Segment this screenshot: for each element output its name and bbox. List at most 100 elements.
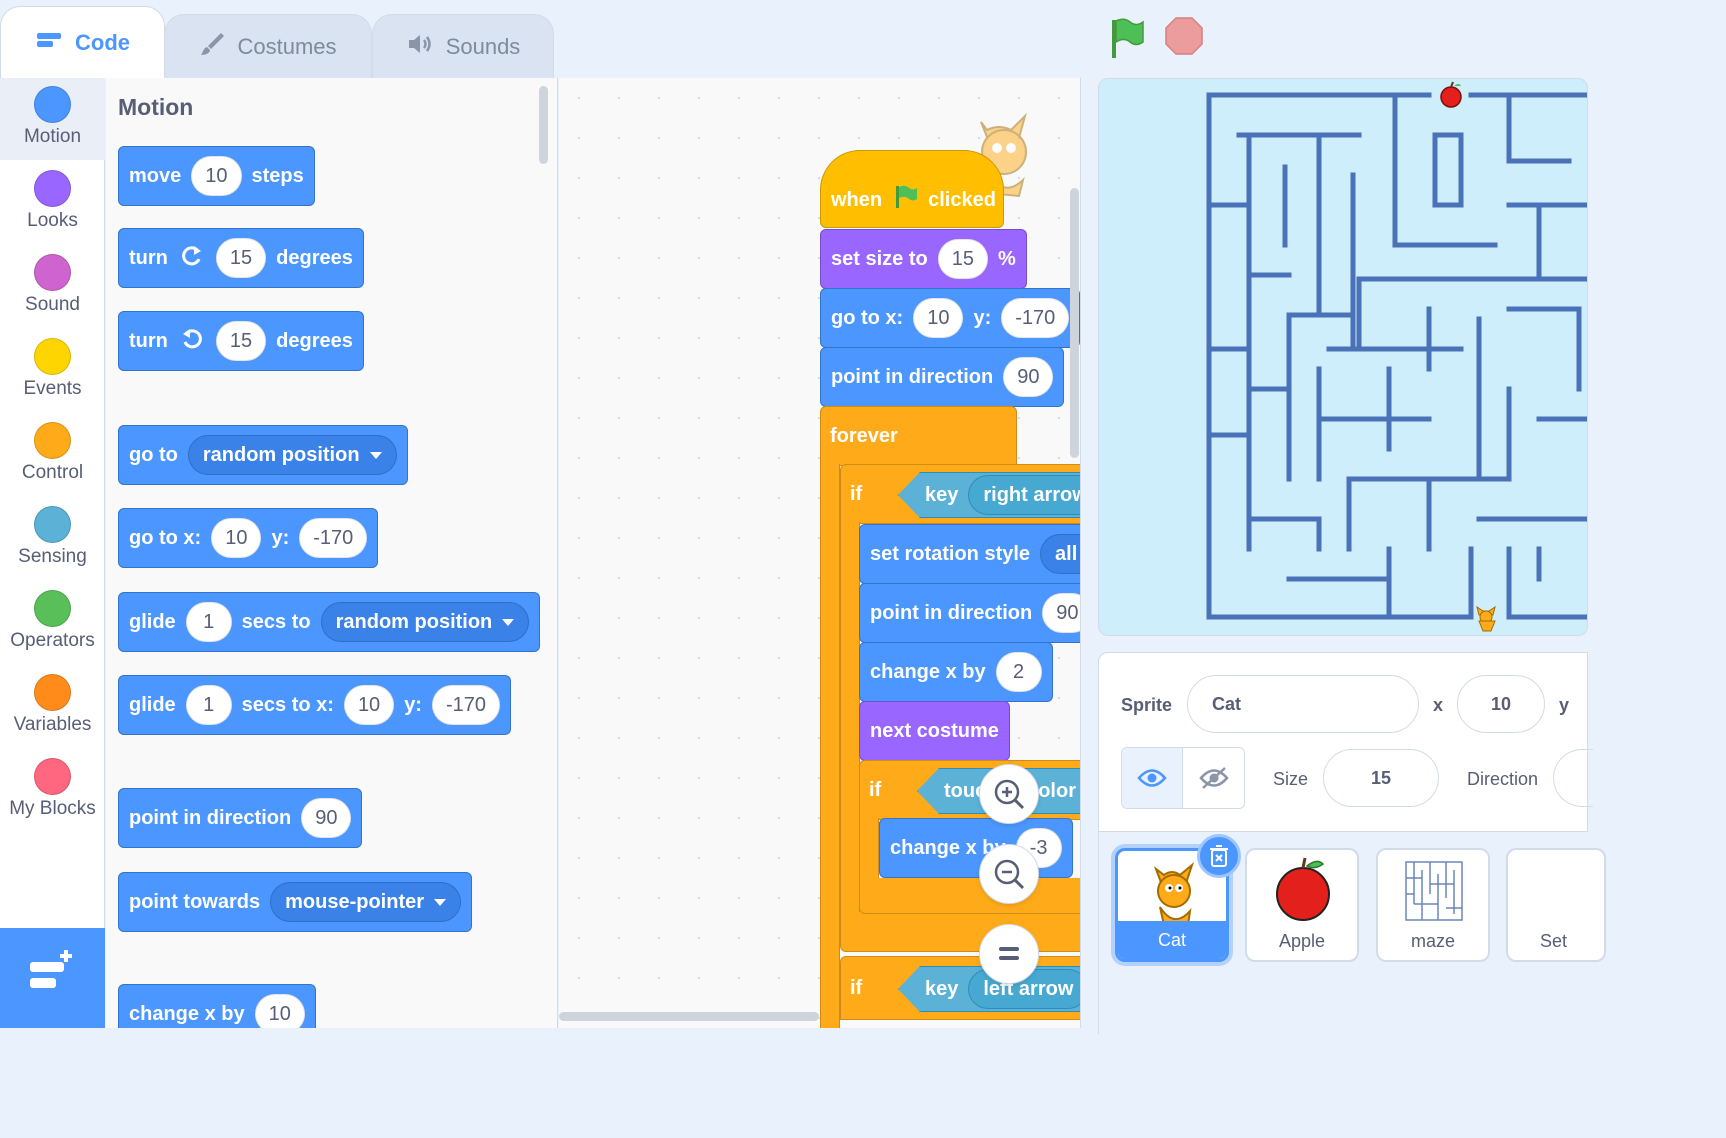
tab-sounds[interactable]: Sounds: [372, 14, 554, 78]
category-label: Sound: [25, 294, 80, 315]
block-next-costume[interactable]: next costume: [859, 701, 1010, 761]
add-extension-button[interactable]: [0, 928, 105, 1028]
category-sound[interactable]: Sound: [0, 246, 105, 328]
block-set-size[interactable]: set size to 15 %: [820, 229, 1027, 289]
category-sensing[interactable]: Sensing: [0, 498, 105, 580]
block-set-rotation-style[interactable]: set rotation style all a: [859, 524, 1080, 584]
block-text: steps: [251, 164, 304, 187]
block-point-direction[interactable]: point in direction 90: [859, 583, 1080, 643]
operators-dot-icon: [34, 590, 71, 627]
block-turn-right[interactable]: turn 15 degrees: [118, 228, 364, 288]
block-go-to-xy[interactable]: go to x: 10 y: -170: [118, 508, 379, 568]
zoom-in-icon: [994, 779, 1025, 810]
reset-zoom-button[interactable]: [979, 924, 1039, 984]
key-dropdown[interactable]: right arrow: [968, 475, 1081, 515]
apple-sprite[interactable]: [1440, 81, 1462, 108]
direction-input[interactable]: 90: [1003, 357, 1054, 397]
block-point-direction[interactable]: point in direction 90: [118, 788, 363, 848]
category-looks[interactable]: Looks: [0, 162, 105, 244]
block-text: secs to x:: [241, 693, 334, 716]
sprite-tile-apple[interactable]: Apple: [1245, 848, 1359, 962]
y-input[interactable]: -170: [431, 685, 501, 725]
direction-input[interactable]: 90: [301, 798, 352, 838]
palette-section-title: Motion: [118, 94, 194, 120]
target-dropdown[interactable]: random position: [320, 602, 530, 642]
block-when-flag-clicked[interactable]: when clicked: [820, 150, 1004, 228]
block-point-direction[interactable]: point in direction 90: [820, 347, 1065, 407]
category-control[interactable]: Control: [0, 414, 105, 496]
block-move-steps[interactable]: move 10 steps: [118, 146, 315, 206]
direction-field[interactable]: [1553, 749, 1593, 807]
category-label: Variables: [13, 714, 92, 735]
tab-code[interactable]: Code: [0, 6, 165, 78]
key-pressed-condition[interactable]: key right arrow: [898, 472, 1081, 518]
sprite-name: Cat: [1118, 921, 1226, 959]
block-glide-to[interactable]: glide 1 secs to random position: [118, 592, 541, 652]
zoom-in-button[interactable]: [979, 764, 1039, 824]
number-input[interactable]: 15: [215, 238, 267, 278]
category-motion[interactable]: Motion: [0, 78, 105, 160]
secs-input[interactable]: 1: [185, 602, 232, 642]
secs-input[interactable]: 1: [185, 685, 232, 725]
x-input[interactable]: 10: [211, 518, 262, 558]
number-input[interactable]: 10: [191, 156, 242, 196]
brush-icon: [199, 30, 227, 64]
y-input[interactable]: -170: [1001, 298, 1070, 338]
stage[interactable]: [1098, 78, 1588, 636]
block-change-x[interactable]: change x by 10: [118, 984, 316, 1028]
show-toggle: [1121, 747, 1245, 809]
block-text: set rotation style: [870, 542, 1031, 565]
palette-scrollbar[interactable]: [539, 86, 548, 164]
sprite-list: Cat Apple maze Set: [1098, 832, 1606, 1034]
sprite-tile-set[interactable]: Set: [1506, 848, 1606, 962]
size-field[interactable]: 15: [1323, 749, 1439, 807]
hide-sprite-button[interactable]: [1183, 748, 1244, 808]
sprite-tile-maze[interactable]: maze: [1376, 848, 1490, 962]
sprite-name: maze: [1410, 931, 1455, 951]
category-my-blocks[interactable]: My Blocks: [0, 750, 105, 832]
x-input[interactable]: 10: [343, 685, 395, 725]
green-flag-button[interactable]: [1106, 16, 1146, 65]
block-go-to-xy[interactable]: go to x: 10 y: -170: [820, 288, 1080, 348]
zoom-out-button[interactable]: [979, 844, 1039, 904]
block-point-towards[interactable]: point towards mouse-pointer: [118, 872, 473, 932]
block-text: olor: [1038, 779, 1076, 802]
zoom-out-icon: [994, 859, 1025, 890]
size-input[interactable]: 15: [937, 239, 988, 279]
category-variables[interactable]: Variables: [0, 666, 105, 748]
category-operators[interactable]: Operators: [0, 582, 105, 664]
block-go-to[interactable]: go to random position: [118, 425, 408, 485]
block-glide-xy[interactable]: glide 1 secs to x: 10 y: -170: [118, 675, 512, 735]
sprite-name-field[interactable]: Cat: [1187, 675, 1419, 733]
block-turn-left[interactable]: turn 15 degrees: [118, 311, 364, 371]
number-input[interactable]: 10: [254, 994, 305, 1028]
stop-button[interactable]: [1164, 16, 1204, 61]
rotate-left-icon: [178, 325, 206, 357]
delete-sprite-button[interactable]: [1197, 834, 1241, 878]
x-field[interactable]: 10: [1457, 675, 1545, 733]
block-if-left-arrow[interactable]: if key left arrow: [840, 956, 1080, 1028]
direction-label: Direction: [1467, 769, 1539, 789]
maze-thumbnail: [1405, 861, 1463, 921]
target-dropdown[interactable]: mouse-pointer: [270, 882, 462, 922]
y-input[interactable]: -170: [299, 518, 368, 558]
block-change-x[interactable]: change x by 2: [859, 642, 1053, 702]
rotation-dropdown[interactable]: all a: [1040, 534, 1080, 574]
cat-sprite[interactable]: [1476, 605, 1496, 632]
block-text: move: [129, 164, 182, 187]
target-dropdown[interactable]: random position: [187, 435, 397, 475]
x-input[interactable]: 10: [913, 298, 964, 338]
direction-input[interactable]: 90: [1042, 593, 1080, 633]
block-text: glide: [129, 693, 176, 716]
show-sprite-button[interactable]: [1122, 748, 1184, 808]
dropdown-value: right arrow: [983, 483, 1081, 506]
dropdown-arrow-icon: [502, 618, 515, 626]
number-input[interactable]: 2: [995, 652, 1042, 692]
block-change-x[interactable]: change x by -3: [879, 818, 1073, 878]
number-input[interactable]: 15: [215, 321, 267, 361]
script-vertical-scrollbar[interactable]: [1070, 188, 1079, 458]
script-area[interactable]: when clicked set size to 15 % go to x: 1…: [559, 78, 1081, 1028]
tab-costumes[interactable]: Costumes: [164, 14, 372, 78]
category-events[interactable]: Events: [0, 330, 105, 412]
script-horizontal-scrollbar[interactable]: [559, 1012, 819, 1021]
